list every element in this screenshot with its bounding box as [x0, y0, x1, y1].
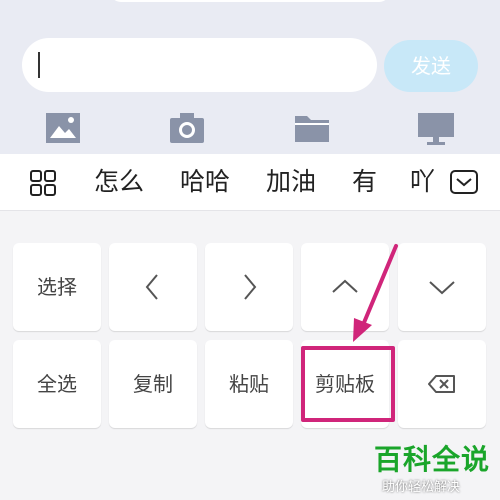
- select-key[interactable]: 选择: [13, 243, 101, 331]
- watermark-subtitle: 助你轻松解决: [382, 480, 461, 495]
- cursor-down-key[interactable]: [398, 243, 486, 331]
- cursor-up-key[interactable]: [301, 243, 389, 331]
- chevron-left-icon: [145, 274, 158, 300]
- candidate-bar: 怎么 哈哈 加油 有 吖: [0, 154, 500, 211]
- clipboard-key[interactable]: 剪贴板: [301, 340, 389, 428]
- cursor-right-key[interactable]: [205, 243, 293, 331]
- paste-key[interactable]: 粘贴: [205, 340, 293, 428]
- watermark-logo: 百科全说 助你轻松解决: [372, 438, 498, 498]
- cursor-left-key[interactable]: [109, 243, 197, 331]
- backspace-key[interactable]: [398, 340, 486, 428]
- chevron-down-icon: [429, 281, 455, 295]
- message-input[interactable]: [22, 38, 377, 92]
- chevron-right-icon: [244, 274, 257, 300]
- candidate-word[interactable]: 吖: [410, 166, 434, 198]
- attachment-toolbar: [0, 104, 500, 152]
- chevron-up-icon: [332, 279, 358, 293]
- candidate-word[interactable]: 有: [352, 166, 377, 198]
- previous-message-bubble: [110, 0, 390, 2]
- send-button[interactable]: 发送: [384, 40, 478, 92]
- camera-icon[interactable]: [167, 108, 207, 148]
- grid-icon[interactable]: [28, 168, 58, 198]
- watermark-title: 百科全说: [374, 443, 491, 476]
- keyboard-hide-icon[interactable]: [448, 166, 480, 198]
- copy-key[interactable]: 复制: [109, 340, 197, 428]
- candidate-word[interactable]: 哈哈: [180, 166, 230, 198]
- candidate-word[interactable]: 加油: [266, 166, 316, 198]
- select-all-key[interactable]: 全选: [13, 340, 101, 428]
- composer-row: 发送: [0, 36, 500, 96]
- monitor-icon[interactable]: [416, 108, 456, 148]
- image-icon[interactable]: [43, 108, 83, 148]
- backspace-icon: [428, 375, 455, 393]
- text-caret: [38, 52, 40, 78]
- candidate-word[interactable]: 怎么: [94, 166, 144, 198]
- folder-icon[interactable]: [292, 108, 332, 148]
